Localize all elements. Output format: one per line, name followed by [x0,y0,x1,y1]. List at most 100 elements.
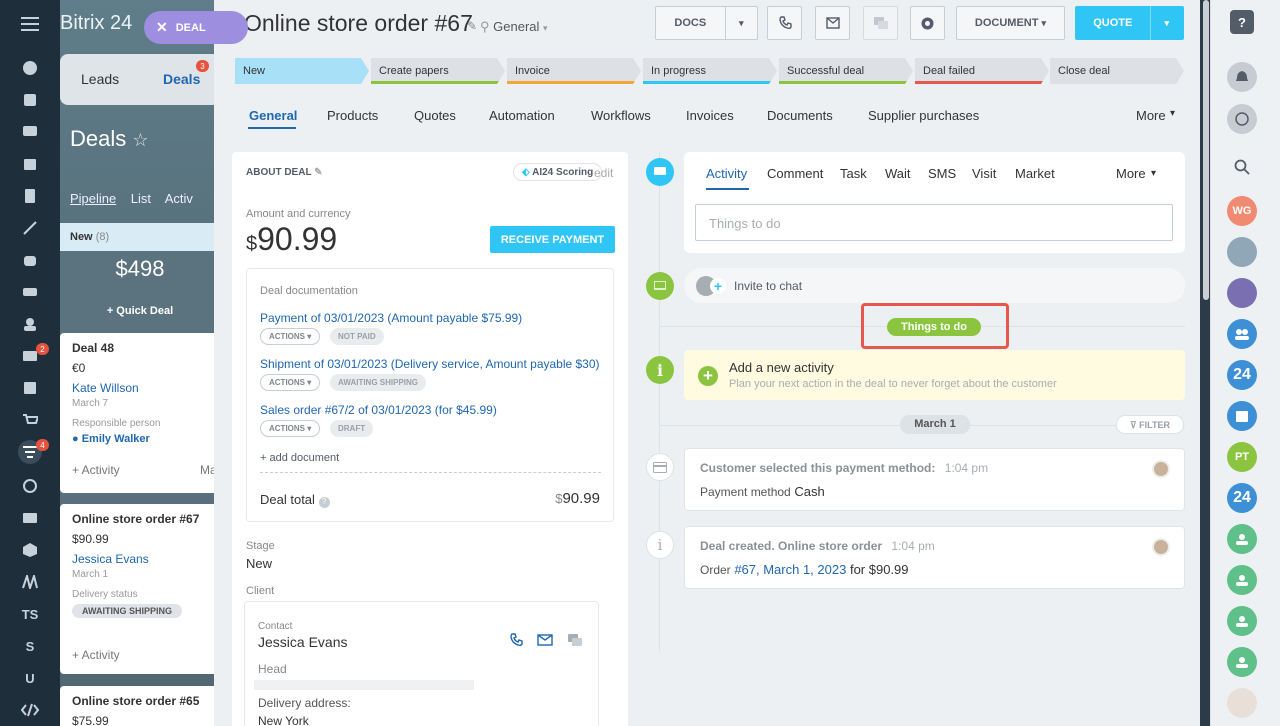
cart-icon[interactable] [18,408,42,432]
activity-tab-market[interactable]: Market [1015,166,1055,181]
group-icon[interactable] [1227,647,1257,677]
view-list[interactable]: List [131,191,151,206]
tab-invoices[interactable]: Invoices [686,108,734,123]
activity-tab-task[interactable]: Task [840,166,867,181]
nav-letter-u[interactable]: U [18,666,42,690]
avatar-user[interactable] [1227,278,1257,308]
code-icon[interactable] [18,698,42,722]
sales-order-link[interactable]: Sales order #67/2 of 03/01/2023 (for $45… [260,403,497,417]
bitrix24-icon[interactable]: 24 [1227,360,1257,390]
tab-automation[interactable]: Automation [489,108,555,123]
chat-icon[interactable] [567,633,583,647]
group-icon[interactable] [1227,606,1257,636]
category-select[interactable]: ⚲ General ▾ [480,19,548,35]
activity-tab-comment[interactable]: Comment [767,166,823,181]
document-button[interactable]: DOCUMENT ▾ [956,6,1065,40]
tab-supplier-purchases[interactable]: Supplier purchases [868,108,979,123]
stage-0[interactable]: New [235,58,369,84]
view-activity[interactable]: Activ [165,191,193,206]
ai-scoring-badge[interactable]: ⬖ AI24 Scoring [513,163,603,181]
stage-1[interactable]: Create papers [371,58,505,84]
tab-products[interactable]: Products [327,108,378,123]
calendar-icon[interactable] [18,152,42,176]
marketing-icon[interactable] [18,570,42,594]
tasks-icon[interactable] [18,88,42,112]
actions-button[interactable]: ACTIONS ▾ [260,420,321,437]
close-icon[interactable]: ✕ [156,19,168,36]
add-activity-card[interactable]: + Add a new activity Plan your next acti… [684,350,1185,400]
stage-5[interactable]: Deal failed [915,58,1049,84]
docs-icon[interactable] [18,184,42,208]
menu-icon[interactable] [18,12,42,36]
deal-close-pill[interactable]: ✕ DEAL [144,11,248,44]
search-icon[interactable] [1227,152,1257,182]
deal-card[interactable]: Online store order #65 $75.99 [60,686,220,726]
sign-icon[interactable] [18,216,42,240]
payment-link[interactable]: Payment of 03/01/2023 (Amount payable $7… [260,311,522,325]
stage-3[interactable]: In progress [643,58,777,84]
tab-deals[interactable]: Deals [163,71,200,87]
edit-link[interactable]: edit [594,166,613,180]
actions-button[interactable]: ACTIONS ▾ [260,328,321,345]
shipment-link[interactable]: Shipment of 03/01/2023 (Delivery service… [260,357,600,371]
edit-pencil-icon[interactable]: ✎ [467,19,477,33]
tab-general[interactable]: General [249,108,297,123]
contact-name[interactable]: Jessica Evans [258,634,347,650]
docs-button[interactable]: DOCS ▾ [655,6,758,40]
view-pipeline[interactable]: Pipeline [70,191,116,206]
actions-button[interactable]: ACTIONS ▾ [260,374,321,391]
activity-tab-activity[interactable]: Activity [706,166,747,181]
chat-list-icon[interactable] [1227,104,1257,134]
target-icon[interactable] [18,474,42,498]
chevron-down-icon[interactable]: ▾ [724,6,757,40]
chevron-down-icon[interactable]: ▾ [1149,6,1183,40]
checklist-icon[interactable] [18,376,42,400]
activity-tab-wait[interactable]: Wait [885,166,911,181]
tab-quotes[interactable]: Quotes [414,108,456,123]
envelope-icon[interactable] [537,634,553,646]
group-icon[interactable] [1227,565,1257,595]
chat-button[interactable] [863,6,898,40]
help-icon[interactable]: ? [1230,10,1254,34]
bitrix24-icon[interactable]: 24 [1227,483,1257,513]
settings-button[interactable] [910,6,945,40]
add-document-link[interactable]: + add document [260,452,339,464]
add-icon[interactable]: + [698,366,718,386]
tab-more[interactable]: More [1136,108,1166,123]
avatar-user[interactable] [1227,237,1257,267]
drive-icon[interactable] [18,280,42,304]
scrollbar[interactable] [1203,0,1209,300]
tab-workflows[interactable]: Workflows [591,108,651,123]
calendar-icon[interactable] [1227,401,1257,431]
group-icon[interactable] [18,312,42,336]
call-button[interactable] [767,6,802,40]
avatar-pt[interactable]: PT [1227,442,1257,472]
chat-icon[interactable] [18,120,42,144]
box-icon[interactable] [18,538,42,562]
bell-icon[interactable] [1227,62,1257,92]
stage-2[interactable]: Invoice [507,58,641,84]
avatar-wg[interactable]: WG [1227,196,1257,226]
things-to-do-badge[interactable]: Things to do [887,318,981,336]
deal-card[interactable]: Deal 48 €0 Kate Willson March 7 Responsi… [60,333,220,493]
invite-to-chat[interactable]: + Invite to chat [684,268,1185,303]
email-button[interactable] [815,6,850,40]
tab-documents[interactable]: Documents [767,108,833,123]
feed-icon[interactable] [18,56,42,80]
order-link[interactable]: #67, March 1, 2023 [734,562,846,577]
receive-payment-button[interactable]: RECEIVE PAYMENT [490,226,615,253]
activity-tab-visit[interactable]: Visit [972,166,996,181]
activity-tab-sms[interactable]: SMS [928,166,956,181]
activity-tab-more[interactable]: More [1116,166,1146,181]
group-icon[interactable] [1227,524,1257,554]
id-card-icon[interactable] [18,506,42,530]
quick-deal-button[interactable]: + Quick Deal [60,305,220,317]
robot-icon[interactable] [18,248,42,272]
nav-letter-s[interactable]: S [18,634,42,658]
quote-button[interactable]: QUOTE ▾ [1075,6,1184,40]
phone-icon[interactable] [509,633,523,647]
stage-4[interactable]: Successful deal [779,58,913,84]
things-to-do-input[interactable]: Things to do [695,204,1173,241]
filter-button[interactable]: ⊽ FILTER [1116,415,1184,434]
tab-leads[interactable]: Leads [81,71,119,87]
